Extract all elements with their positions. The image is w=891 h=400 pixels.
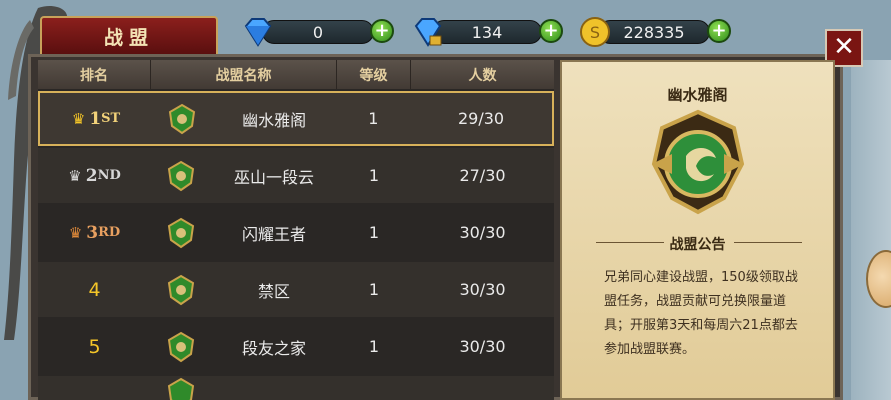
guild-level: 1	[368, 109, 379, 128]
guild-emblem-icon	[151, 376, 211, 400]
rank-suffix: ND	[97, 168, 121, 183]
currency-bound-diamond: 134	[432, 20, 542, 44]
guild-members: 30/30	[459, 280, 506, 299]
notice-title: 战盟公告	[669, 237, 726, 253]
guild-members: 30/30	[459, 337, 506, 356]
rank-number: 3	[86, 222, 99, 243]
table-row[interactable]: 4 禁区 1 30/30	[38, 262, 554, 317]
guild-members: 30/30	[459, 223, 506, 242]
guild-members: 29/30	[457, 109, 505, 128]
guild-emblem-icon	[151, 205, 211, 260]
add-diamond-button[interactable]: +	[370, 19, 394, 43]
rank-cell: ♛ 2 ND	[38, 148, 151, 203]
rank-number: 2	[85, 165, 98, 186]
guild-emblem-icon	[151, 262, 211, 317]
guild-name: 巫山一段云	[233, 167, 314, 187]
guild-ranking-table: 排名 战盟名称 等级 人数 ♛ 1 ST 幽水雅阁 1 29/30 ♛ 2 ND 巫…	[38, 60, 554, 400]
column-header-level: 等级	[337, 60, 411, 89]
column-header-name: 战盟名称	[151, 60, 337, 89]
currency-value: 0	[312, 22, 324, 42]
currency-diamond: 0	[262, 20, 374, 44]
guild-name: 闪耀王者	[241, 224, 306, 244]
guild-level: 1	[368, 337, 380, 356]
background-edge	[851, 60, 891, 400]
guild-detail-panel: 幽水雅阁 战盟公告 兄弟同心建设战盟，150级领取战盟任务，战盟贡献可兑换限量道…	[560, 60, 835, 400]
bronze-crown-icon: ♛	[68, 223, 83, 242]
guild-members: 27/30	[459, 166, 506, 185]
silver-crown-icon: ♛	[68, 166, 82, 185]
rank-suffix: RD	[98, 225, 121, 240]
gold-crown-icon: ♛	[71, 109, 86, 128]
currency-gold: 228335	[598, 20, 710, 44]
guild-name: 幽水雅阁	[242, 110, 307, 130]
rank-number: 1	[89, 108, 102, 129]
guild-emblem-icon	[151, 148, 211, 203]
svg-text:S: S	[590, 23, 600, 42]
rank-number: 5	[88, 335, 101, 358]
guild-name: 段友之家	[241, 338, 306, 358]
currency-value: 134	[471, 22, 503, 42]
table-row[interactable]: ♛ 1 ST 幽水雅阁 1 29/30	[38, 91, 554, 146]
detail-guild-name: 幽水雅阁	[667, 86, 728, 104]
rank-number: 4	[88, 278, 101, 301]
guild-name: 禁区	[257, 281, 290, 301]
column-header-rank: 排名	[38, 60, 151, 89]
table-row-partial[interactable]	[38, 376, 554, 400]
divider-right	[734, 242, 802, 243]
rank-suffix: ST	[101, 111, 121, 126]
column-header-members: 人数	[468, 67, 497, 84]
table-row[interactable]: ♛ 3 RD 闪耀王者 1 30/30	[38, 205, 554, 260]
add-gold-button[interactable]: +	[707, 19, 731, 43]
rank-cell: ♛ 1 ST	[40, 93, 152, 144]
notice-text: 兄弟同心建设战盟，150级领取战盟任务，战盟贡献可兑换限量道具；开服第3天和每周…	[604, 270, 798, 357]
guild-level: 1	[368, 223, 380, 242]
table-header: 排名 战盟名称 等级 人数	[38, 60, 554, 89]
currency-value: 228335	[623, 22, 685, 42]
rank-cell: ♛ 3 RD	[38, 205, 151, 260]
guild-emblem-icon	[151, 319, 211, 374]
gold-coin-icon: S	[580, 17, 610, 47]
guild-emblem-icon	[152, 93, 212, 144]
rank-cell	[38, 376, 151, 400]
blue-diamond-icon	[244, 18, 272, 47]
locked-diamond-icon	[414, 18, 442, 47]
guild-level: 1	[368, 166, 380, 185]
guild-level: 1	[368, 280, 380, 299]
table-row[interactable]: 5 段友之家 1 30/30	[38, 319, 554, 374]
page-title: 战盟	[40, 16, 218, 54]
add-bound-diamond-button[interactable]: +	[539, 19, 563, 43]
guild-crest-icon	[651, 109, 745, 215]
table-row[interactable]: ♛ 2 ND 巫山一段云 1 27/30	[38, 148, 554, 203]
